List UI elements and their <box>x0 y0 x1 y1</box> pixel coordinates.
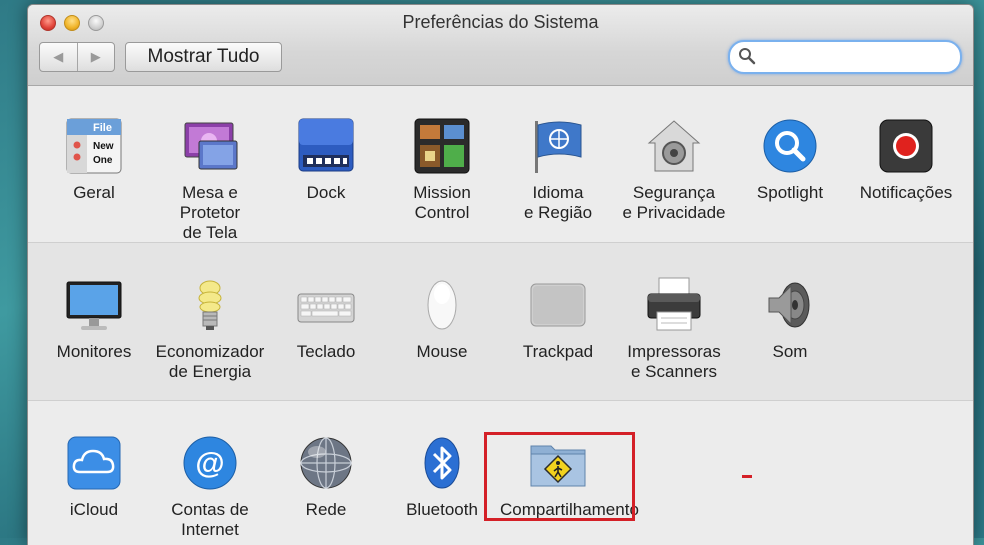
pane-mouse[interactable]: Mouse <box>384 276 500 362</box>
spotlight-icon <box>761 117 819 175</box>
mission-control-icon <box>413 117 471 175</box>
svg-text:@: @ <box>195 447 224 480</box>
pane-sound[interactable]: Som <box>732 276 848 362</box>
pane-label: Notificações <box>859 183 953 202</box>
pane-dock[interactable]: Dock <box>268 117 384 203</box>
pane-label: Rede <box>305 500 347 519</box>
general-icon-text-2: New <box>93 141 114 152</box>
pane-label: Mesa e Protetor de Tela <box>179 183 241 242</box>
forward-button[interactable]: ▶ <box>78 43 115 71</box>
title-bar: Preferências do Sistema ◀ ▶ Mostrar Tudo <box>28 5 973 86</box>
pane-label: Mission Control <box>413 183 471 222</box>
language-region-icon <box>529 117 587 175</box>
sharing-highlight-box <box>484 432 635 521</box>
printers-scanners-icon <box>645 276 703 334</box>
system-preferences-window: Preferências do Sistema ◀ ▶ Mostrar Tudo <box>27 4 974 545</box>
search-field[interactable] <box>728 40 962 74</box>
displays-icon <box>65 276 123 334</box>
general-icon-text-1: File <box>93 122 112 134</box>
section-hardware: Monitores Economizador de Energia Teclad… <box>28 243 973 401</box>
energy-saver-icon <box>181 276 239 334</box>
pane-mission-control[interactable]: Mission Control <box>384 117 500 223</box>
pane-label: Spotlight <box>756 183 824 202</box>
pane-displays[interactable]: Monitores <box>36 276 152 362</box>
general-icon-text-3: One <box>93 155 113 166</box>
annotation-mark <box>742 475 752 478</box>
trackpad-icon <box>529 276 587 334</box>
pane-trackpad[interactable]: Trackpad <box>500 276 616 362</box>
keyboard-icon <box>297 276 355 334</box>
security-privacy-icon <box>645 117 703 175</box>
pane-label: Trackpad <box>522 342 594 361</box>
pane-label: Idioma e Região <box>523 183 593 222</box>
pane-energy-saver[interactable]: Economizador de Energia <box>152 276 268 382</box>
pane-label: iCloud <box>69 500 119 519</box>
pane-label: Segurança e Privacidade <box>622 183 726 222</box>
pane-internet-accounts[interactable]: @ Contas de Internet <box>152 434 268 540</box>
history-nav: ◀ ▶ <box>39 42 115 72</box>
bluetooth-icon <box>413 434 471 492</box>
pane-label: Teclado <box>296 342 356 361</box>
pane-bluetooth[interactable]: Bluetooth <box>384 434 500 520</box>
pane-printers-scanners[interactable]: Impressoras e Scanners <box>616 276 732 382</box>
notifications-icon <box>877 117 935 175</box>
general-icon: File New One <box>65 117 123 175</box>
section-internet-wireless: iCloud @ Contas de Internet Rede Bluetoo… <box>28 401 973 545</box>
pane-label: Mouse <box>416 342 468 361</box>
pane-language-region[interactable]: Idioma e Região <box>500 117 616 223</box>
sound-icon <box>761 276 819 334</box>
pane-label: Economizador de Energia <box>155 342 265 381</box>
desktop-screensaver-icon <box>181 117 239 175</box>
pane-security-privacy[interactable]: Segurança e Privacidade <box>616 117 732 223</box>
section-personal: File New One Geral Mesa e Protetor de Te… <box>28 86 973 243</box>
window-title: Preferências do Sistema <box>402 12 599 32</box>
pane-notifications[interactable]: Notificações <box>848 117 964 203</box>
internet-accounts-icon: @ <box>181 434 239 492</box>
search-icon <box>739 48 756 65</box>
back-button[interactable]: ◀ <box>40 43 78 71</box>
pane-desktop-screensaver[interactable]: Mesa e Protetor de Tela <box>152 117 268 243</box>
search-input[interactable] <box>760 46 954 68</box>
mouse-icon <box>413 276 471 334</box>
pane-label: Bluetooth <box>406 500 478 519</box>
pane-label: Impressoras e Scanners <box>627 342 721 381</box>
pane-general[interactable]: File New One Geral <box>36 117 152 203</box>
pane-label: Dock <box>306 183 346 202</box>
pane-icloud[interactable]: iCloud <box>36 434 152 520</box>
icloud-icon <box>65 434 123 492</box>
pane-label: Contas de Internet <box>171 500 249 539</box>
dock-icon <box>297 117 355 175</box>
pane-label: Geral <box>73 183 115 202</box>
pane-label: Monitores <box>56 342 132 361</box>
pane-keyboard[interactable]: Teclado <box>268 276 384 362</box>
pane-label: Som <box>772 342 808 361</box>
pane-spotlight[interactable]: Spotlight <box>732 117 848 203</box>
network-icon <box>297 434 355 492</box>
pane-network[interactable]: Rede <box>268 434 384 520</box>
show-all-button[interactable]: Mostrar Tudo <box>125 42 282 72</box>
